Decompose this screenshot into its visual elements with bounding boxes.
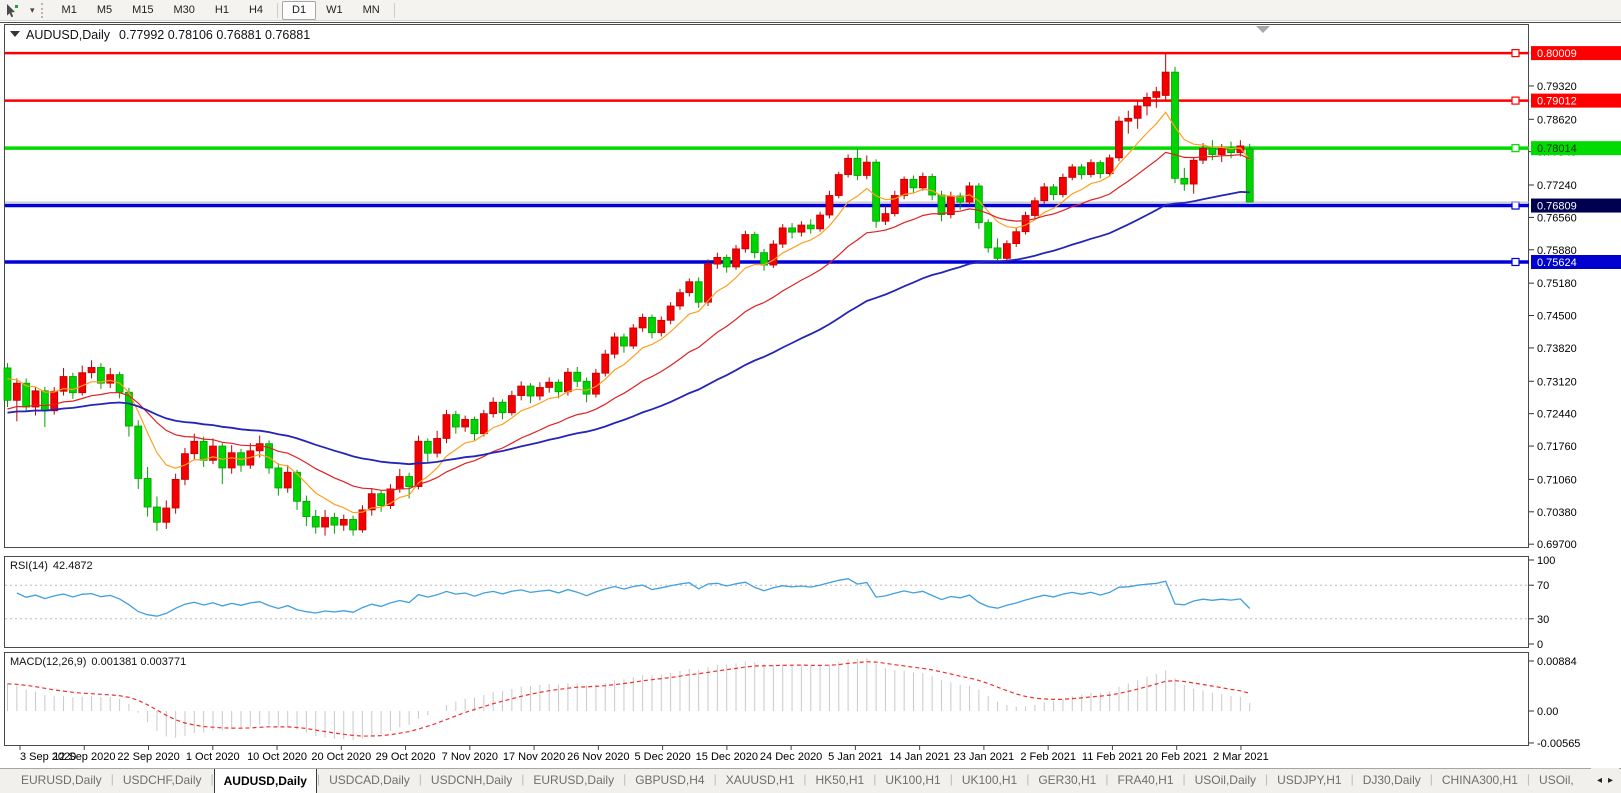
svg-text:0.71060: 0.71060 [1537,474,1577,486]
svg-text:0.77240: 0.77240 [1537,180,1577,192]
chart-tab-china300-h1[interactable]: CHINA300,H1 [1433,769,1527,793]
svg-text:0.78620: 0.78620 [1537,114,1577,126]
svg-text:0.00884: 0.00884 [1537,656,1577,668]
date-label: 17 Nov 2020 [503,751,565,763]
macd-panel[interactable] [5,653,1529,746]
date-label: 1 Oct 2020 [186,751,240,763]
svg-text:0.78014: 0.78014 [1537,143,1577,155]
terminal-window: ▾ M1M5M15M30H1H4D1W1MN AUDUSD,Daily0.779… [0,0,1621,793]
chart-title: AUDUSD,Daily0.77992 0.78106 0.76881 0.76… [26,28,310,42]
chart-tab-usoil-[interactable]: USOil, [1530,769,1583,793]
date-label: 24 Dec 2020 [760,751,822,763]
date-label: 11 Feb 2021 [1082,751,1143,763]
chart-tab-dj30-daily[interactable]: DJ30,Daily [1354,769,1430,793]
date-label: 20 Feb 2021 [1146,751,1208,763]
svg-text:0: 0 [1537,639,1543,651]
svg-text:0.75180: 0.75180 [1537,278,1577,290]
svg-text:0.73820: 0.73820 [1537,343,1577,355]
date-label: 2 Mar 2021 [1213,751,1269,763]
chart-tab-ger30-h1[interactable]: GER30,H1 [1029,769,1105,793]
date-label: 14 Jan 2021 [889,751,950,763]
chart-tab-hk50-h1[interactable]: HK50,H1 [807,769,874,793]
chart-tab-uk100-h1[interactable]: UK100,H1 [953,769,1026,793]
chart-tab-eurusd-daily[interactable]: EURUSD,Daily [12,769,111,793]
chart-tab-usdcad-daily[interactable]: USDCAD,Daily [320,769,419,793]
svg-text:-0.00565: -0.00565 [1537,738,1580,750]
svg-text:0.79012: 0.79012 [1537,96,1577,108]
chart-tab-usdchf-daily[interactable]: USDCHF,Daily [114,769,211,793]
svg-text:0.80009: 0.80009 [1537,48,1577,60]
tab-scroll-left-icon[interactable]: ◂ [1597,775,1602,786]
chart-tab-usoil-daily[interactable]: USOil,Daily [1186,769,1265,793]
svg-text:0.00: 0.00 [1537,706,1558,718]
date-label: 26 Nov 2020 [567,751,629,763]
chart-tab-eurusd-daily[interactable]: EURUSD,Daily [524,769,623,793]
date-label: 5 Dec 2020 [634,751,690,763]
time-axis[interactable]: 3 Sep 202012 Sep 202022 Sep 20201 Oct 20… [20,746,1269,763]
svg-text:0.70380: 0.70380 [1537,507,1577,519]
chart-tab-gbpusd-h4[interactable]: GBPUSD,H4 [626,769,713,793]
svg-text:0.75624: 0.75624 [1537,257,1577,269]
svg-text:0.79320: 0.79320 [1537,81,1577,93]
date-label: 23 Jan 2021 [954,751,1015,763]
date-label: 5 Jan 2021 [828,751,882,763]
date-label: 15 Dec 2020 [696,751,758,763]
chart-tab-usdjpy-h1[interactable]: USDJPY,H1 [1268,769,1350,793]
svg-text:0.73120: 0.73120 [1537,376,1577,388]
svg-text:0.74500: 0.74500 [1537,311,1577,323]
chart-tab-uk100-h1[interactable]: UK100,H1 [876,769,949,793]
tab-scroll-arrows: ◂ ▸ [1591,768,1619,793]
date-label: 2 Feb 2021 [1020,751,1076,763]
svg-text:0.69700: 0.69700 [1537,539,1577,551]
svg-text:0.76560: 0.76560 [1537,212,1577,224]
svg-text:30: 30 [1537,614,1549,626]
chart-area[interactable]: AUDUSD,Daily0.77992 0.78106 0.76881 0.76… [0,0,1621,793]
svg-text:0.76809: 0.76809 [1537,201,1577,213]
chart-tab-bar: EURUSD,Daily|USDCHF,Daily|AUDUSD,Daily|U… [0,768,1621,793]
main-price-panel[interactable] [5,25,1529,548]
svg-text:0.72440: 0.72440 [1537,409,1577,421]
date-label: 29 Oct 2020 [376,751,436,763]
tab-scroll-right-icon[interactable]: ▸ [1608,775,1613,786]
chart-tab-usdcnh-daily[interactable]: USDCNH,Daily [422,769,521,793]
rsi-panel[interactable] [5,557,1529,648]
chart-tab-audusd-daily[interactable]: AUDUSD,Daily [214,768,317,793]
svg-text:70: 70 [1537,580,1549,592]
date-label: 7 Nov 2020 [442,751,498,763]
date-label: 22 Sep 2020 [117,751,179,763]
svg-text:0.71760: 0.71760 [1537,441,1577,453]
chart-tab-xauusd-h1[interactable]: XAUUSD,H1 [717,769,804,793]
macd-label: MACD(12,26,9)0.001381 0.003771 [10,656,186,668]
date-label: 10 Oct 2020 [247,751,307,763]
date-label: 20 Oct 2020 [311,751,371,763]
date-label: 12 Sep 2020 [53,751,115,763]
chart-tab-fra40-h1[interactable]: FRA40,H1 [1108,769,1182,793]
svg-text:100: 100 [1537,555,1555,567]
